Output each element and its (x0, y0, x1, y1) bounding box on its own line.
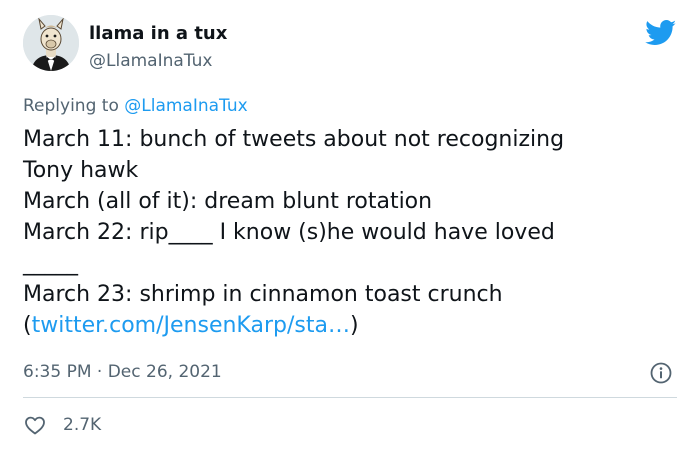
user-handle[interactable]: @LlamaInaTux (89, 50, 212, 72)
link-close-paren: ) (349, 313, 359, 338)
heart-outline-icon (25, 416, 45, 435)
avatar[interactable] (23, 15, 79, 71)
tweet-line: March (all of it): dream blunt rotation (23, 189, 433, 214)
tweet-line: March 23: shrimp in cinnamon toast crunc… (23, 282, 503, 307)
info-circle-icon[interactable] (649, 361, 673, 385)
replying-to-line: Replying to @LlamaInaTux (23, 94, 248, 118)
quoted-tweet-link[interactable]: twitter.com/JensenKarp/sta… (32, 313, 350, 338)
twitter-bird-icon[interactable] (645, 20, 677, 46)
tweet-line: _____ (23, 251, 78, 276)
tweet-link-line: (twitter.com/JensenKarp/sta…) (23, 310, 673, 341)
tweet-line: March 22: rip____ I know (s)he would hav… (23, 220, 555, 245)
divider (23, 397, 677, 398)
tweet-card: llama in a tux @LlamaInaTux Replying to … (0, 0, 700, 451)
like-button[interactable]: 2.7K (23, 413, 101, 437)
replying-to-label: Replying to (23, 96, 125, 116)
display-name[interactable]: llama in a tux (89, 23, 227, 45)
link-open-paren: ( (23, 313, 32, 338)
like-count: 2.7K (63, 415, 102, 435)
tweet-line: March 11: bunch of tweets about not reco… (23, 127, 565, 152)
tweet-timestamp[interactable]: 6:35 PM · Dec 26, 2021 (23, 361, 222, 383)
tweet-line: Tony hawk (23, 158, 139, 183)
llama-tux-avatar-image (23, 15, 79, 71)
reply-to-handle-link[interactable]: @LlamaInaTux (124, 96, 247, 116)
tweet-text: March 11: bunch of tweets about not reco… (23, 124, 673, 341)
